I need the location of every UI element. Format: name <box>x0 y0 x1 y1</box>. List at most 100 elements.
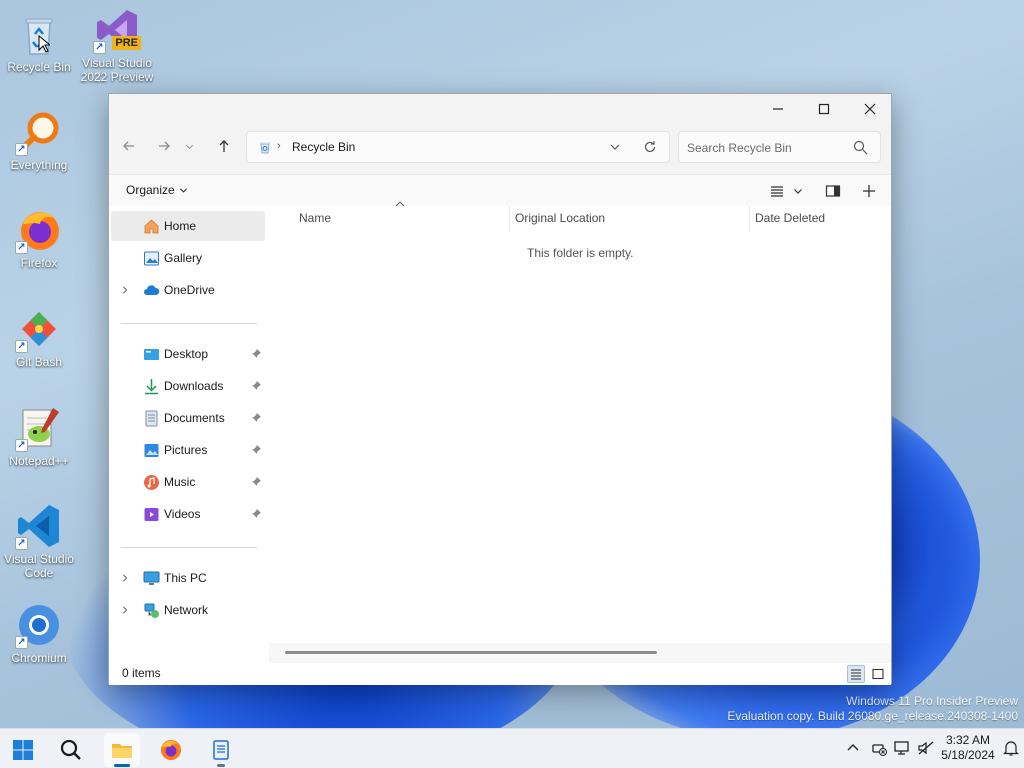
nav-item-videos[interactable]: Videos <box>111 499 265 529</box>
desktop-icon-label: Git Bash <box>15 355 63 369</box>
taskbar-notepad[interactable] <box>203 733 239 767</box>
taskbar-file-explorer[interactable] <box>104 733 140 767</box>
nav-label: Pictures <box>164 443 208 457</box>
shortcut-arrow-icon: ↗ <box>15 636 28 649</box>
pin-icon <box>251 477 261 487</box>
nav-item-network[interactable]: Network <box>111 595 265 625</box>
git-bash-icon: ↗ <box>15 305 63 353</box>
desktop-icon-firefox[interactable]: ↗ Firefox <box>2 206 76 270</box>
maximize-button[interactable] <box>801 94 847 124</box>
notepad-icon <box>213 740 229 760</box>
desktop-icon-everything[interactable]: ↗ Everything <box>2 108 76 172</box>
title-bar[interactable] <box>109 94 891 124</box>
shortcut-arrow-icon: ↗ <box>15 340 28 353</box>
chevron-up-icon[interactable] <box>846 739 860 757</box>
taskbar-search-button[interactable] <box>53 733 89 767</box>
nav-item-onedrive[interactable]: OneDrive <box>111 275 265 305</box>
nav-label: Music <box>164 475 196 489</box>
visual-studio-icon: ↗ PRE <box>93 6 141 54</box>
add-icon[interactable] <box>861 183 877 199</box>
search-box[interactable] <box>678 131 881 163</box>
desktop-folder-icon <box>144 348 159 360</box>
desktop-icon-git-bash[interactable]: ↗ Git Bash <box>2 305 76 369</box>
chevron-right-icon[interactable] <box>121 574 129 582</box>
item-count: 0 items <box>122 666 161 680</box>
taskbar-firefox[interactable] <box>153 733 189 767</box>
nav-item-gallery[interactable]: Gallery <box>111 243 265 273</box>
column-header-date-deleted[interactable]: Date Deleted <box>755 211 825 225</box>
back-button[interactable] <box>115 134 143 158</box>
search-icon[interactable] <box>853 140 868 155</box>
details-view-button[interactable] <box>847 665 865 683</box>
desktop-icon-notepad-plus-plus[interactable]: ↗ Notepad++ <box>2 404 76 468</box>
address-bar[interactable]: › Recycle Bin <box>246 131 670 163</box>
arrow-left-icon <box>123 141 134 151</box>
horizontal-scrollbar[interactable] <box>269 643 891 663</box>
details-pane-icon[interactable] <box>825 183 841 199</box>
close-button[interactable] <box>847 94 893 124</box>
nav-item-music[interactable]: Music <box>111 467 265 497</box>
desktop-icon-label: Visual Studio 2022 Preview <box>80 56 154 84</box>
nav-label: Documents <box>164 411 225 425</box>
chevron-down-icon[interactable] <box>609 141 621 153</box>
network-disconnected-icon[interactable] <box>870 739 888 757</box>
close-icon <box>864 103 876 115</box>
sort-ascending-icon <box>395 201 405 207</box>
pin-icon <box>251 413 261 423</box>
shortcut-arrow-icon: ↗ <box>93 41 106 54</box>
scrollbar-thumb[interactable] <box>285 651 657 654</box>
nav-label: Network <box>164 603 209 617</box>
refresh-icon[interactable] <box>643 140 657 154</box>
download-icon <box>145 378 158 394</box>
nav-item-downloads[interactable]: Downloads <box>111 371 265 401</box>
clock-time: 3:32 AM <box>945 733 991 747</box>
nav-item-documents[interactable]: Documents <box>111 403 265 433</box>
minimize-button[interactable] <box>755 94 801 124</box>
nav-item-this-pc[interactable]: This PC <box>111 563 265 593</box>
forward-button[interactable] <box>150 134 178 158</box>
file-explorer-folder-icon <box>112 744 132 758</box>
file-list[interactable]: Name Original Location Date Deleted This… <box>269 201 891 663</box>
start-button[interactable] <box>5 733 41 767</box>
view-options-icon[interactable] <box>769 183 785 199</box>
arrow-up-icon <box>219 140 229 152</box>
nav-item-pictures[interactable]: Pictures <box>111 435 265 465</box>
desktop-icon-label: Chromium <box>11 651 67 665</box>
display-icon[interactable] <box>893 739 911 757</box>
desktop-icon-chromium[interactable]: ↗ Chromium <box>2 601 76 665</box>
status-bar: 0 items <box>109 663 891 685</box>
nav-item-home[interactable]: Home <box>111 211 265 241</box>
nav-label: Gallery <box>164 251 203 265</box>
firefox-icon <box>161 740 181 760</box>
home-icon <box>144 218 159 233</box>
notification-bell-icon[interactable] <box>1003 739 1019 757</box>
shortcut-arrow-icon: ↗ <box>15 143 28 156</box>
clock[interactable]: 3:32 AM 5/18/2024 <box>936 733 1000 763</box>
up-button[interactable] <box>210 134 238 158</box>
chevron-down-icon[interactable] <box>793 183 803 199</box>
active-app-indicator <box>114 764 130 767</box>
desktop-icon-visual-studio-preview[interactable]: ↗ PRE Visual Studio 2022 Preview <box>80 6 154 84</box>
recent-locations-button[interactable] <box>181 134 197 158</box>
chevron-right-icon[interactable] <box>121 286 129 294</box>
chevron-right-icon[interactable] <box>121 606 129 614</box>
column-divider[interactable] <box>749 206 750 232</box>
organize-label: Organize <box>126 183 175 197</box>
volume-muted-icon[interactable] <box>917 739 935 757</box>
desktop-icon-vscode[interactable]: ↗ Visual Studio Code <box>2 502 76 580</box>
pin-icon <box>251 349 261 359</box>
windows-watermark-build: Evaluation copy. Build 26080.ge_release.… <box>727 709 1018 723</box>
organize-button[interactable]: Organize <box>126 183 188 197</box>
nav-label: Downloads <box>164 379 224 393</box>
chevron-down-icon <box>185 144 193 149</box>
column-header-name[interactable]: Name <box>299 211 331 225</box>
column-header-original-location[interactable]: Original Location <box>515 211 605 225</box>
minimize-icon <box>773 108 783 110</box>
column-divider[interactable] <box>509 206 510 232</box>
empty-folder-message: This folder is empty. <box>527 246 634 260</box>
nav-item-desktop[interactable]: Desktop <box>111 339 265 369</box>
breadcrumb-recycle-bin[interactable]: Recycle Bin <box>292 140 355 154</box>
computer-icon <box>143 571 160 585</box>
search-input[interactable] <box>687 139 847 157</box>
tiles-view-button[interactable] <box>869 665 887 683</box>
